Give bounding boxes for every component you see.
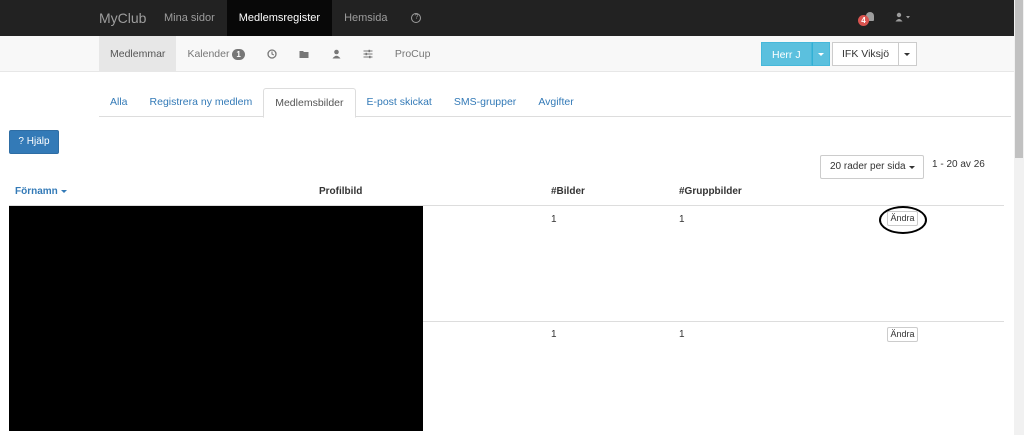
member-tabs: Alla Registrera ny medlem Medlemsbilder … xyxy=(99,88,1011,118)
nav-hemsida[interactable]: Hemsida xyxy=(332,0,399,36)
brand-logo[interactable]: MyClub xyxy=(99,0,146,36)
caret-down-icon xyxy=(904,53,911,56)
table-divider xyxy=(423,321,1004,322)
top-navbar: MyClub Mina sidor Medlemsregister Hemsid… xyxy=(0,0,1014,36)
tab-medlemsbilder[interactable]: Medlemsbilder xyxy=(263,88,356,118)
subnav-settings[interactable] xyxy=(352,36,384,72)
club-split-button: IFK Viksjö xyxy=(832,42,918,66)
header-profilbild: Profilbild xyxy=(319,186,363,197)
header-bilder: #Bilder xyxy=(551,186,585,197)
tab-alla[interactable]: Alla xyxy=(99,88,139,117)
subnav-user[interactable] xyxy=(321,36,352,72)
subnav-folder[interactable] xyxy=(288,36,321,72)
caret-down-icon xyxy=(909,166,915,169)
row2-edit-button[interactable]: Ändra xyxy=(887,327,918,342)
header-fornamn-label: Förnamn xyxy=(15,186,58,197)
subnav-procup[interactable]: ProCup xyxy=(384,36,442,72)
folder-icon xyxy=(299,50,309,58)
top-nav: Mina sidor Medlemsregister Hemsida ? xyxy=(152,0,433,36)
profile-photo xyxy=(9,206,423,431)
sliders-icon xyxy=(363,50,373,59)
row1-gruppbilder: 1 xyxy=(679,214,685,225)
user-icon xyxy=(895,12,910,22)
club-button[interactable]: IFK Viksjö xyxy=(832,42,900,66)
rows-per-page-select[interactable]: 20 rader per sida xyxy=(820,155,924,179)
subnav-kalender[interactable]: Kalender 1 xyxy=(176,36,255,72)
account-split-button: Herr J xyxy=(761,42,830,66)
kalender-count-badge: 1 xyxy=(232,48,245,60)
account-button[interactable]: Herr J xyxy=(761,42,812,66)
account-dropdown-toggle[interactable] xyxy=(811,42,830,66)
help-button[interactable]: ? Hjälp xyxy=(9,130,59,154)
caret-down-icon xyxy=(906,16,910,19)
row2-bilder: 1 xyxy=(551,329,557,340)
header-fornamn[interactable]: Förnamn xyxy=(15,186,67,197)
tab-avgifter[interactable]: Avgifter xyxy=(527,88,584,117)
subnav-kalender-label: Kalender xyxy=(187,48,230,60)
nav-help[interactable]: ? xyxy=(399,0,433,36)
subnav-clock[interactable] xyxy=(256,36,288,72)
highlight-circle xyxy=(879,206,927,234)
user-icon xyxy=(332,49,341,59)
row2-gruppbilder: 1 xyxy=(679,329,685,340)
header-gruppbilder: #Gruppbilder xyxy=(679,186,742,197)
sort-caret-icon xyxy=(60,189,67,193)
nav-mina-sidor[interactable]: Mina sidor xyxy=(152,0,227,36)
tab-registrera[interactable]: Registrera ny medlem xyxy=(139,88,264,117)
subnav-medlemmar[interactable]: Medlemmar xyxy=(99,36,177,72)
row1-bilder: 1 xyxy=(551,214,557,225)
rows-per-page-label: 20 rader per sida xyxy=(830,161,906,172)
user-menu[interactable] xyxy=(895,12,911,25)
page-scrollbar[interactable] xyxy=(1014,0,1024,435)
sub-nav: Medlemmar Kalender 1 ProCup xyxy=(99,36,441,72)
notification-badge: 4 xyxy=(858,15,869,26)
tab-sms[interactable]: SMS-grupper xyxy=(443,88,527,117)
pagination-range: 1 - 20 av 26 xyxy=(932,159,985,170)
scrollbar-thumb[interactable] xyxy=(1015,0,1023,158)
question-circle-icon: ? xyxy=(411,13,422,24)
notifications-button[interactable]: 4 xyxy=(858,11,878,27)
nav-medlemsregister[interactable]: Medlemsregister xyxy=(226,0,333,36)
caret-down-icon xyxy=(817,53,824,56)
clock-icon xyxy=(267,49,277,59)
tab-epost[interactable]: E-post skickat xyxy=(356,88,443,117)
club-dropdown-toggle[interactable] xyxy=(899,42,918,66)
